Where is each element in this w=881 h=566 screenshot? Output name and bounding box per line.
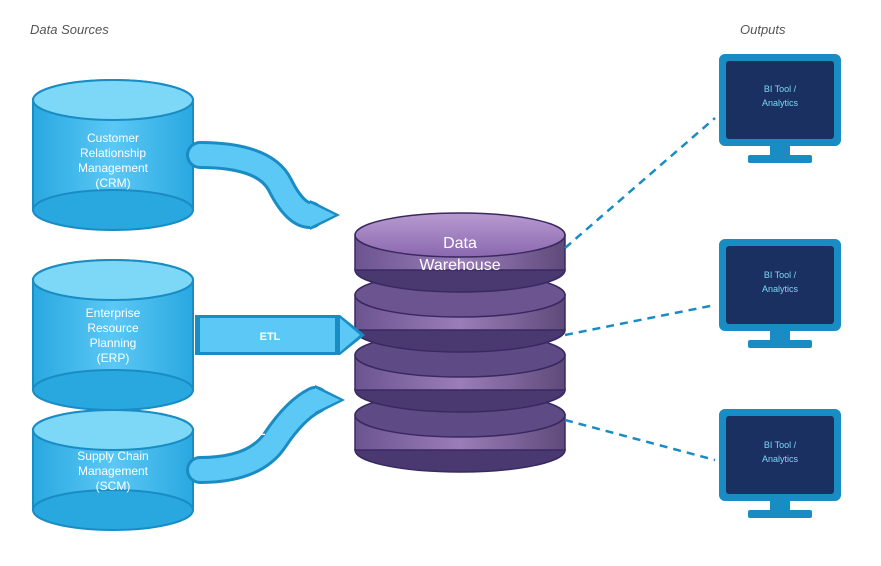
crm-source xyxy=(20,65,200,225)
erp-source xyxy=(20,255,200,410)
etl-arrow-3 xyxy=(195,375,355,485)
diagram-container: Data Sources Outputs xyxy=(0,0,881,566)
data-sources-label: Data Sources xyxy=(30,22,109,37)
data-warehouse xyxy=(350,210,570,470)
scm-source xyxy=(20,415,200,530)
dashed-line-3 xyxy=(555,380,735,490)
dashed-line-1 xyxy=(555,50,735,160)
etl-arrow-1 xyxy=(195,140,365,230)
etl-arrow-2 xyxy=(192,308,372,363)
outputs-label: Outputs xyxy=(740,22,786,37)
dashed-line-2 xyxy=(555,250,735,330)
